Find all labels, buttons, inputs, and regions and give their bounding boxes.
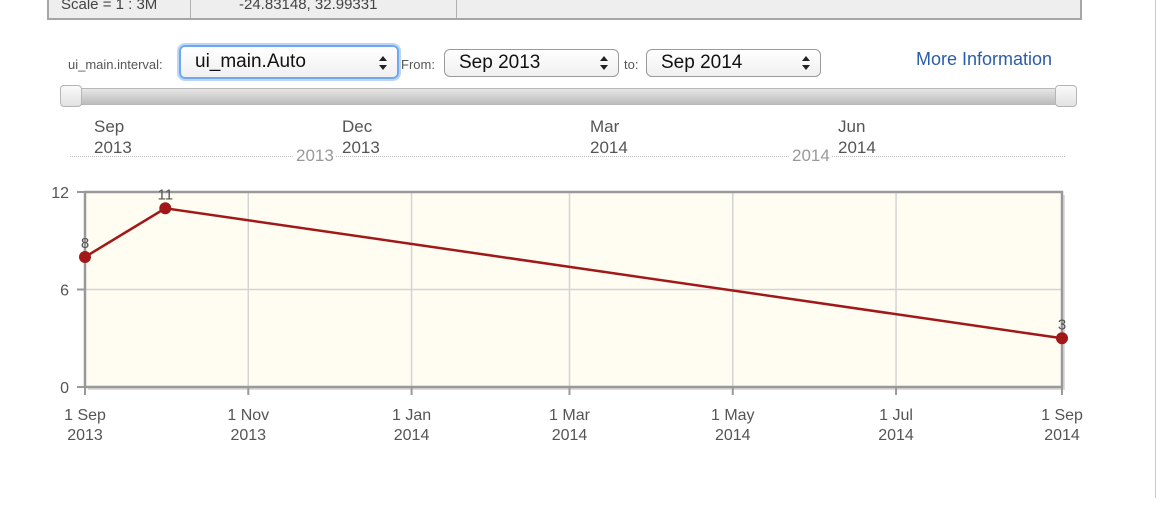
data-label: 3 [1058,316,1066,333]
x-tick-label: 1 Nov [227,407,269,424]
scale-text: Scale = 1 : 3M [61,0,158,13]
timeline-year: 2013 [94,138,132,157]
timeline-month: Mar [590,117,620,136]
from-select[interactable]: Sep 2013 [444,49,619,77]
timeline-year: 2013 [342,138,380,157]
y-tick-label: 0 [60,380,69,397]
slider-end-handle[interactable] [1055,85,1077,107]
page-right-border [1155,0,1156,498]
select-arrows-icon [802,56,810,70]
date-range-slider[interactable] [70,88,1070,105]
slider-start-handle[interactable] [60,85,82,107]
x-tick-year-label: 2014 [394,427,430,444]
timeline-label: Sep 2013 [94,116,132,158]
data-label: 11 [158,186,174,203]
timeline-label: Dec 2013 [342,116,380,158]
table-divider [190,0,191,18]
to-label: to: [624,57,639,72]
x-tick-label: 1 Sep [1041,407,1083,424]
line-chart: 0 6 12 1 Sep 2013 1 Nov 2013 1 Jan 2014 1 Mar 2014… [51,185,1083,444]
y-tick-label: 12 [51,185,69,202]
timeline-axis [70,156,1065,157]
x-tick-year-label: 2014 [878,427,914,444]
data-point [159,202,172,215]
table-divider [456,0,457,18]
x-tick-label: 1 Sep [64,407,106,424]
timeline-year: 2014 [838,138,876,157]
timeline-month: Jun [838,117,866,136]
select-arrows-icon [379,56,387,70]
x-tick-year-label: 2014 [552,427,588,444]
timeline-label: Mar 2014 [590,116,628,158]
x-tick-label: 1 Jan [392,407,431,424]
to-select[interactable]: Sep 2014 [646,49,821,77]
timeline-year-marker: 2014 [790,146,832,166]
x-tick-label: 1 Jul [879,407,913,424]
more-information-link[interactable]: More Information [916,49,1052,70]
from-select-value: Sep 2013 [459,52,541,73]
coordinates-text: -24.83148, 32.99331 [239,0,378,13]
x-tick-year-label: 2014 [1044,427,1080,444]
timeline-month: Dec [342,117,373,136]
timeline-month: Sep [94,117,125,136]
interval-select-value: ui_main.Auto [195,51,306,72]
x-tick-label: 1 May [711,407,755,424]
to-select-value: Sep 2014 [661,52,743,73]
timeline-year: 2014 [590,138,628,157]
timeline-year-marker: 2013 [294,146,336,166]
x-tick-year-label: 2014 [715,427,751,444]
data-point [1056,332,1068,345]
timeline-label: Jun 2014 [838,116,876,158]
from-label: From: [401,57,435,72]
data-point [79,251,91,263]
y-tick-label: 6 [60,283,69,300]
x-tick-year-label: 2013 [230,427,266,444]
interval-select[interactable]: ui_main.Auto [179,45,399,79]
data-label: 8 [81,235,89,252]
map-info-table: Scale = 1 : 3M -24.83148, 32.99331 [47,0,1082,20]
interval-label: ui_main.interval: [68,57,163,72]
x-tick-label: 1 Mar [549,407,591,424]
select-arrows-icon [600,56,608,70]
x-tick-year-label: 2013 [67,427,103,444]
